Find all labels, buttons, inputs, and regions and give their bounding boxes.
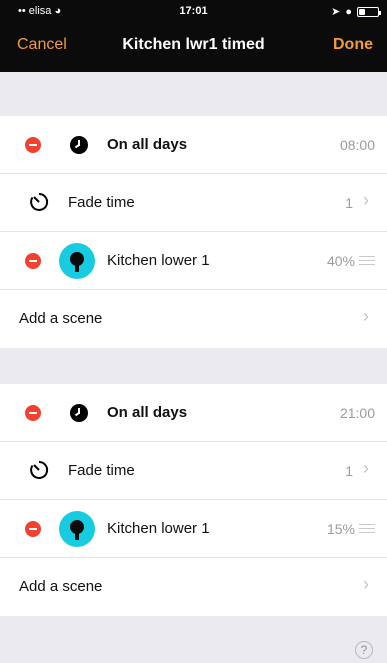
delete-icon[interactable]: [25, 521, 41, 537]
fade-time-value: 1: [345, 195, 353, 211]
timer-section-2: On all days 21:00 Fade time 1 › Kitchen …: [0, 384, 387, 616]
clock-icon: [70, 404, 88, 422]
trigger-row[interactable]: On all days 21:00: [0, 384, 387, 442]
add-scene-label: Add a scene: [19, 310, 103, 327]
add-scene-row[interactable]: Add a scene ›: [0, 558, 387, 616]
scene-level: 40%: [326, 253, 355, 269]
chevron-right-icon: ›: [363, 190, 369, 210]
add-scene-row[interactable]: Add a scene ›: [0, 290, 387, 348]
bulb-icon: [59, 511, 95, 547]
timer-icon: [30, 192, 49, 211]
location-icon: ➤: [331, 6, 341, 18]
fade-time-label: Fade time: [68, 194, 135, 211]
chevron-right-icon: ›: [363, 458, 369, 478]
trigger-label: On all days: [107, 136, 188, 153]
delete-icon[interactable]: [25, 137, 41, 153]
fade-time-row[interactable]: Fade time 1 ›: [0, 442, 387, 500]
delete-icon[interactable]: [25, 405, 41, 421]
nav-bar: Cancel Kitchen lwr1 timed Done: [0, 22, 387, 72]
section-spacer: [0, 348, 387, 384]
chevron-right-icon: ›: [363, 574, 369, 594]
status-time: 17:01: [179, 5, 208, 17]
done-button[interactable]: Done: [333, 36, 373, 54]
fade-time-row[interactable]: Fade time 1 ›: [0, 174, 387, 232]
chevron-right-icon: ›: [363, 306, 369, 326]
timer-section-1: On all days 08:00 Fade time 1 › Kitchen …: [0, 116, 387, 348]
scene-row[interactable]: Kitchen lower 1 15%: [0, 500, 387, 558]
scene-label: Kitchen lower 1: [107, 252, 210, 269]
delete-icon[interactable]: [25, 253, 41, 269]
scene-label: Kitchen lower 1: [107, 520, 210, 537]
status-bar: •• elisa ◕ 17:01 ➤ ●: [0, 0, 387, 22]
bulb-icon: [59, 243, 95, 279]
scene-level: 15%: [326, 521, 355, 537]
add-scene-label: Add a scene: [19, 578, 103, 595]
page-title: Kitchen lwr1 timed: [122, 36, 265, 53]
battery-fill: [359, 8, 366, 15]
status-right: ➤ ●: [331, 5, 381, 18]
battery-icon: [357, 6, 381, 17]
reorder-handle-icon[interactable]: [359, 524, 375, 533]
footer-area: [0, 616, 387, 663]
reorder-handle-icon[interactable]: [359, 256, 375, 265]
section-spacer: [0, 72, 387, 116]
trigger-time: 21:00: [339, 405, 375, 421]
fade-time-value: 1: [345, 463, 353, 479]
help-icon[interactable]: ?: [355, 641, 373, 659]
fade-time-label: Fade time: [68, 462, 135, 479]
trigger-label: On all days: [107, 404, 188, 421]
top-bar: •• elisa ◕ 17:01 ➤ ● Cancel Kitchen lwr1…: [0, 0, 387, 72]
trigger-row[interactable]: On all days 08:00: [0, 116, 387, 174]
clock-icon: [70, 136, 88, 154]
trigger-time: 08:00: [339, 137, 375, 153]
alarm-icon: ●: [345, 5, 352, 18]
scene-row[interactable]: Kitchen lower 1 40%: [0, 232, 387, 290]
timer-icon: [30, 460, 49, 479]
